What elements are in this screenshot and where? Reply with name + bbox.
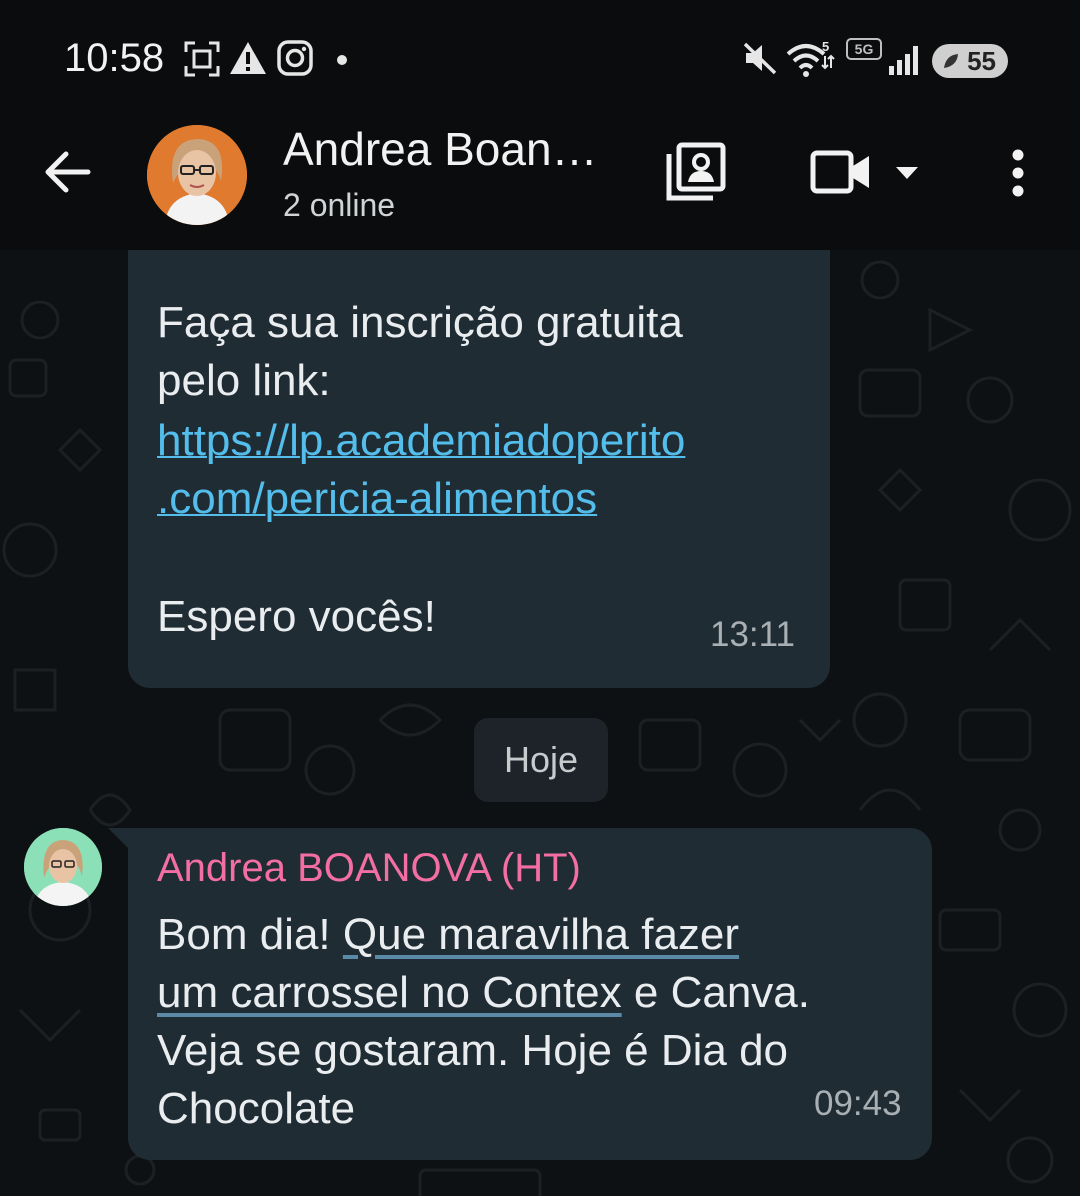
battery-level: 55 — [967, 46, 996, 76]
message-line-2: um carrossel no Contex e Canva. — [157, 964, 810, 1022]
message-text-segment: e Canva. — [621, 968, 810, 1017]
dot-icon — [337, 55, 347, 65]
chat-header: Andrea Boan… 2 online — [0, 120, 1080, 250]
status-bar: 10:58 5 5G 55 — [0, 0, 1080, 120]
contacts-icon[interactable] — [666, 142, 726, 202]
message-link[interactable]: https://lp.academiadoperito — [157, 412, 685, 470]
bubble-tail — [108, 828, 130, 850]
more-vert-icon[interactable] — [1006, 148, 1030, 198]
online-count: 2 online — [283, 187, 396, 223]
message-time: 09:43 — [814, 1084, 902, 1123]
message-bubble[interactable]: Faça sua inscrição gratuita pelo link: h… — [128, 250, 830, 688]
message-text-segment: Bom dia! — [157, 910, 343, 959]
signal-icon — [889, 46, 918, 75]
leaf-icon — [944, 54, 958, 68]
dropdown-icon[interactable] — [894, 164, 920, 182]
wifi-icon: 5 — [786, 40, 835, 77]
battery-icon: 55 — [932, 44, 1008, 78]
status-time: 10:58 — [64, 36, 165, 80]
mute-icon — [743, 42, 777, 75]
message-line-1: Bom dia! Que maravilha fazer — [157, 906, 739, 964]
instagram-icon — [277, 40, 313, 76]
profile-photo — [147, 125, 247, 225]
screenshot-icon — [184, 41, 220, 77]
message-text: Faça sua inscrição gratuita pelo link: — [157, 298, 683, 405]
message-text-closing: Espero vocês! — [157, 592, 436, 641]
chat-title[interactable]: Andrea Boan… — [283, 122, 598, 176]
highlighted-text[interactable]: Que maravilha fazer — [343, 910, 739, 959]
message-line-4: Chocolate — [157, 1084, 356, 1133]
sender-avatar[interactable] — [24, 828, 102, 906]
sender-name[interactable]: Andrea BOANOVA (HT) — [157, 846, 581, 891]
back-arrow-icon[interactable] — [44, 148, 92, 196]
sender-photo — [24, 828, 102, 906]
highlighted-text-continued[interactable]: um carrossel no Contex — [157, 968, 622, 1017]
5g-icon: 5G — [846, 38, 882, 60]
incoming-message-bubble[interactable]: Andrea BOANOVA (HT) Bom dia! Que maravil… — [108, 828, 932, 1160]
warning-icon — [230, 42, 266, 74]
message-time: 13:11 — [710, 615, 795, 654]
contact-avatar[interactable] — [147, 125, 247, 225]
svg-text:5: 5 — [822, 40, 829, 54]
chat-area[interactable]: Faça sua inscrição gratuita pelo link: h… — [0, 250, 1080, 1196]
svg-text:5G: 5G — [855, 41, 874, 57]
date-separator-chip: Hoje — [474, 718, 608, 802]
video-call-icon[interactable] — [810, 148, 872, 196]
message-link-continued[interactable]: .com/pericia-alimentos — [157, 470, 597, 528]
message-line-3: Veja se gostaram. Hoje é Dia do — [157, 1026, 789, 1075]
